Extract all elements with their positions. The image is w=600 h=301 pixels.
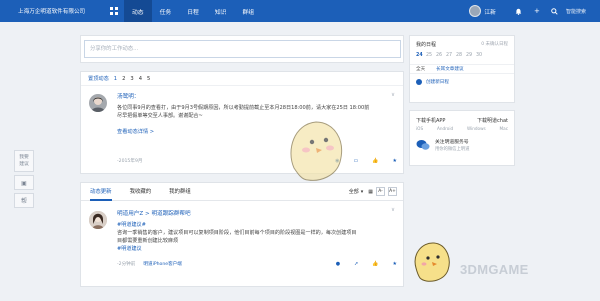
top-navbar: 上海万企明道软件有限公司 动态 任务 日程 知识 群组 江新 + 智能搜索: [0, 0, 600, 22]
post-author[interactable]: 汤鹭明：: [117, 92, 396, 100]
side-tools: 我要 建议 ▣ 帮: [14, 150, 34, 211]
mac-link[interactable]: Mac: [500, 126, 508, 131]
post-tag[interactable]: #明道建议#: [117, 221, 396, 229]
nav-tab-feed[interactable]: 动态: [124, 0, 152, 22]
wechat-title: 关注明道服务号: [435, 140, 469, 145]
day-29[interactable]: 29: [466, 53, 476, 58]
day-26[interactable]: 26: [436, 53, 446, 58]
search-label[interactable]: 智能搜索: [564, 8, 600, 15]
post-source[interactable]: 明道iPhone客户端: [143, 261, 181, 267]
mascot-illustration: [290, 121, 342, 181]
user-name[interactable]: 江新: [484, 7, 496, 16]
post-meta: -2分钟前 明道iPhone客户端 ● ➚ 👍 ★: [117, 261, 397, 267]
download-card: 下载手机APP 下载明道chat iOS Android Windows Mac…: [409, 110, 515, 166]
pinned-feed-header: 置顶动态 1 2 3 4 5: [81, 72, 403, 86]
week-days: 24 25 26 27 28 29 30: [410, 48, 514, 58]
download-chat[interactable]: 下载明道chat: [477, 117, 508, 124]
search-icon[interactable]: [546, 0, 564, 22]
day-28[interactable]: 28: [456, 53, 466, 58]
chevron-down-icon[interactable]: ▾: [361, 189, 364, 195]
post-input[interactable]: 分享你的工作动态...: [84, 40, 401, 58]
post-author[interactable]: 明道用户Z > 明道跟踪群帮吧: [117, 209, 396, 217]
new-schedule-label: 创建新日程: [426, 80, 449, 85]
post-tag[interactable]: #明道建议: [117, 245, 396, 253]
new-schedule-button[interactable]: 创建新日程: [410, 74, 514, 90]
font-smaller-button[interactable]: A-: [376, 187, 385, 196]
schedule-title[interactable]: 我的日程: [416, 41, 436, 48]
wechat-subtitle: 用你的微信上明道: [435, 147, 470, 152]
main-feed: 动态更新 我收藏的 我的群组 全部 ▾ ▦ A- A+ ∨ 明道用户Z > 明道…: [80, 182, 404, 287]
pinned-feed-title: 置顶动态: [88, 76, 109, 82]
day-30[interactable]: 30: [476, 53, 486, 58]
post-time: -2分钟前: [117, 262, 136, 267]
page-4[interactable]: 4: [139, 76, 142, 82]
day-27[interactable]: 27: [446, 53, 456, 58]
watermark-text: 3DMGAME: [460, 262, 529, 277]
tab-my-groups[interactable]: 我的群组: [169, 183, 191, 201]
post-time: -2015年9月: [117, 159, 143, 164]
page-5[interactable]: 5: [147, 76, 150, 82]
page-3[interactable]: 3: [130, 76, 133, 82]
post-text-line: 目都需要重新创建比较麻烦: [117, 238, 179, 244]
download-mobile-app[interactable]: 下载手机APP: [416, 117, 445, 124]
day-25[interactable]: 25: [426, 53, 436, 58]
schedule-card: 我的日程 0 未确认日程 24 25 26 27 28 29 30 全天 长耳文…: [409, 35, 515, 103]
author-avatar[interactable]: [89, 94, 107, 112]
page-1[interactable]: 1: [114, 76, 117, 82]
pending-schedule[interactable]: 0 未确认日程: [481, 41, 508, 48]
tab-updates[interactable]: 动态更新: [90, 183, 112, 201]
tab-favorites[interactable]: 我收藏的: [130, 183, 152, 201]
calendar-icon[interactable]: ▦: [368, 189, 373, 195]
nav-tab-calendar[interactable]: 日程: [179, 0, 207, 22]
feedback-button[interactable]: 我要 建议: [14, 150, 34, 172]
plus-circle-icon: [416, 79, 422, 85]
company-name[interactable]: 上海万企明道软件有限公司: [0, 0, 104, 22]
help-button[interactable]: 帮: [14, 193, 34, 208]
share-icon[interactable]: ➚: [354, 261, 358, 267]
mascot-small-illustration: [414, 242, 450, 282]
font-larger-button[interactable]: A+: [388, 187, 397, 196]
day-24[interactable]: 24: [416, 53, 426, 58]
star-icon[interactable]: ★: [393, 158, 397, 164]
feed-post: ∨ 明道用户Z > 明道跟踪群帮吧 #明道建议# 咨询一季销售的客户，建议项目可…: [81, 201, 403, 253]
wechat-follow[interactable]: 关注明道服务号 用你的微信上明道: [410, 131, 514, 153]
allday-row: 全天 长耳文章建议: [410, 64, 514, 74]
nav-tab-tasks[interactable]: 任务: [152, 0, 180, 22]
android-link[interactable]: Android: [437, 126, 453, 131]
user-avatar[interactable]: [469, 5, 482, 17]
wechat-icon: [416, 140, 430, 150]
post-composer: 分享你的工作动态...: [80, 35, 404, 63]
schedule-event[interactable]: 长耳文章建议: [436, 66, 464, 72]
qr-code-icon[interactable]: ▣: [14, 175, 34, 190]
bell-icon[interactable]: [510, 0, 528, 22]
add-icon[interactable]: +: [528, 0, 546, 22]
windows-link[interactable]: Windows: [467, 126, 486, 131]
like-icon[interactable]: 👍: [372, 158, 378, 164]
page-2[interactable]: 2: [122, 76, 125, 82]
nav-tab-knowledge[interactable]: 知识: [207, 0, 235, 22]
ios-link[interactable]: iOS: [416, 126, 423, 131]
like-icon[interactable]: 👍: [372, 261, 378, 267]
nav-tab-groups[interactable]: 群组: [234, 0, 262, 22]
allday-label: 全天: [416, 67, 426, 72]
star-icon[interactable]: ★: [393, 261, 397, 267]
chevron-down-icon[interactable]: ∨: [391, 207, 395, 213]
chevron-down-icon[interactable]: ∨: [391, 92, 395, 98]
comment-icon[interactable]: ●: [336, 261, 340, 267]
app-grid-icon[interactable]: [104, 0, 124, 22]
author-avatar[interactable]: [89, 211, 107, 229]
post-text-line: 咨询一季销售的客户，建议项目可以复制项目阶段，他们目前每个项目的阶段视图是一样的…: [117, 230, 357, 236]
